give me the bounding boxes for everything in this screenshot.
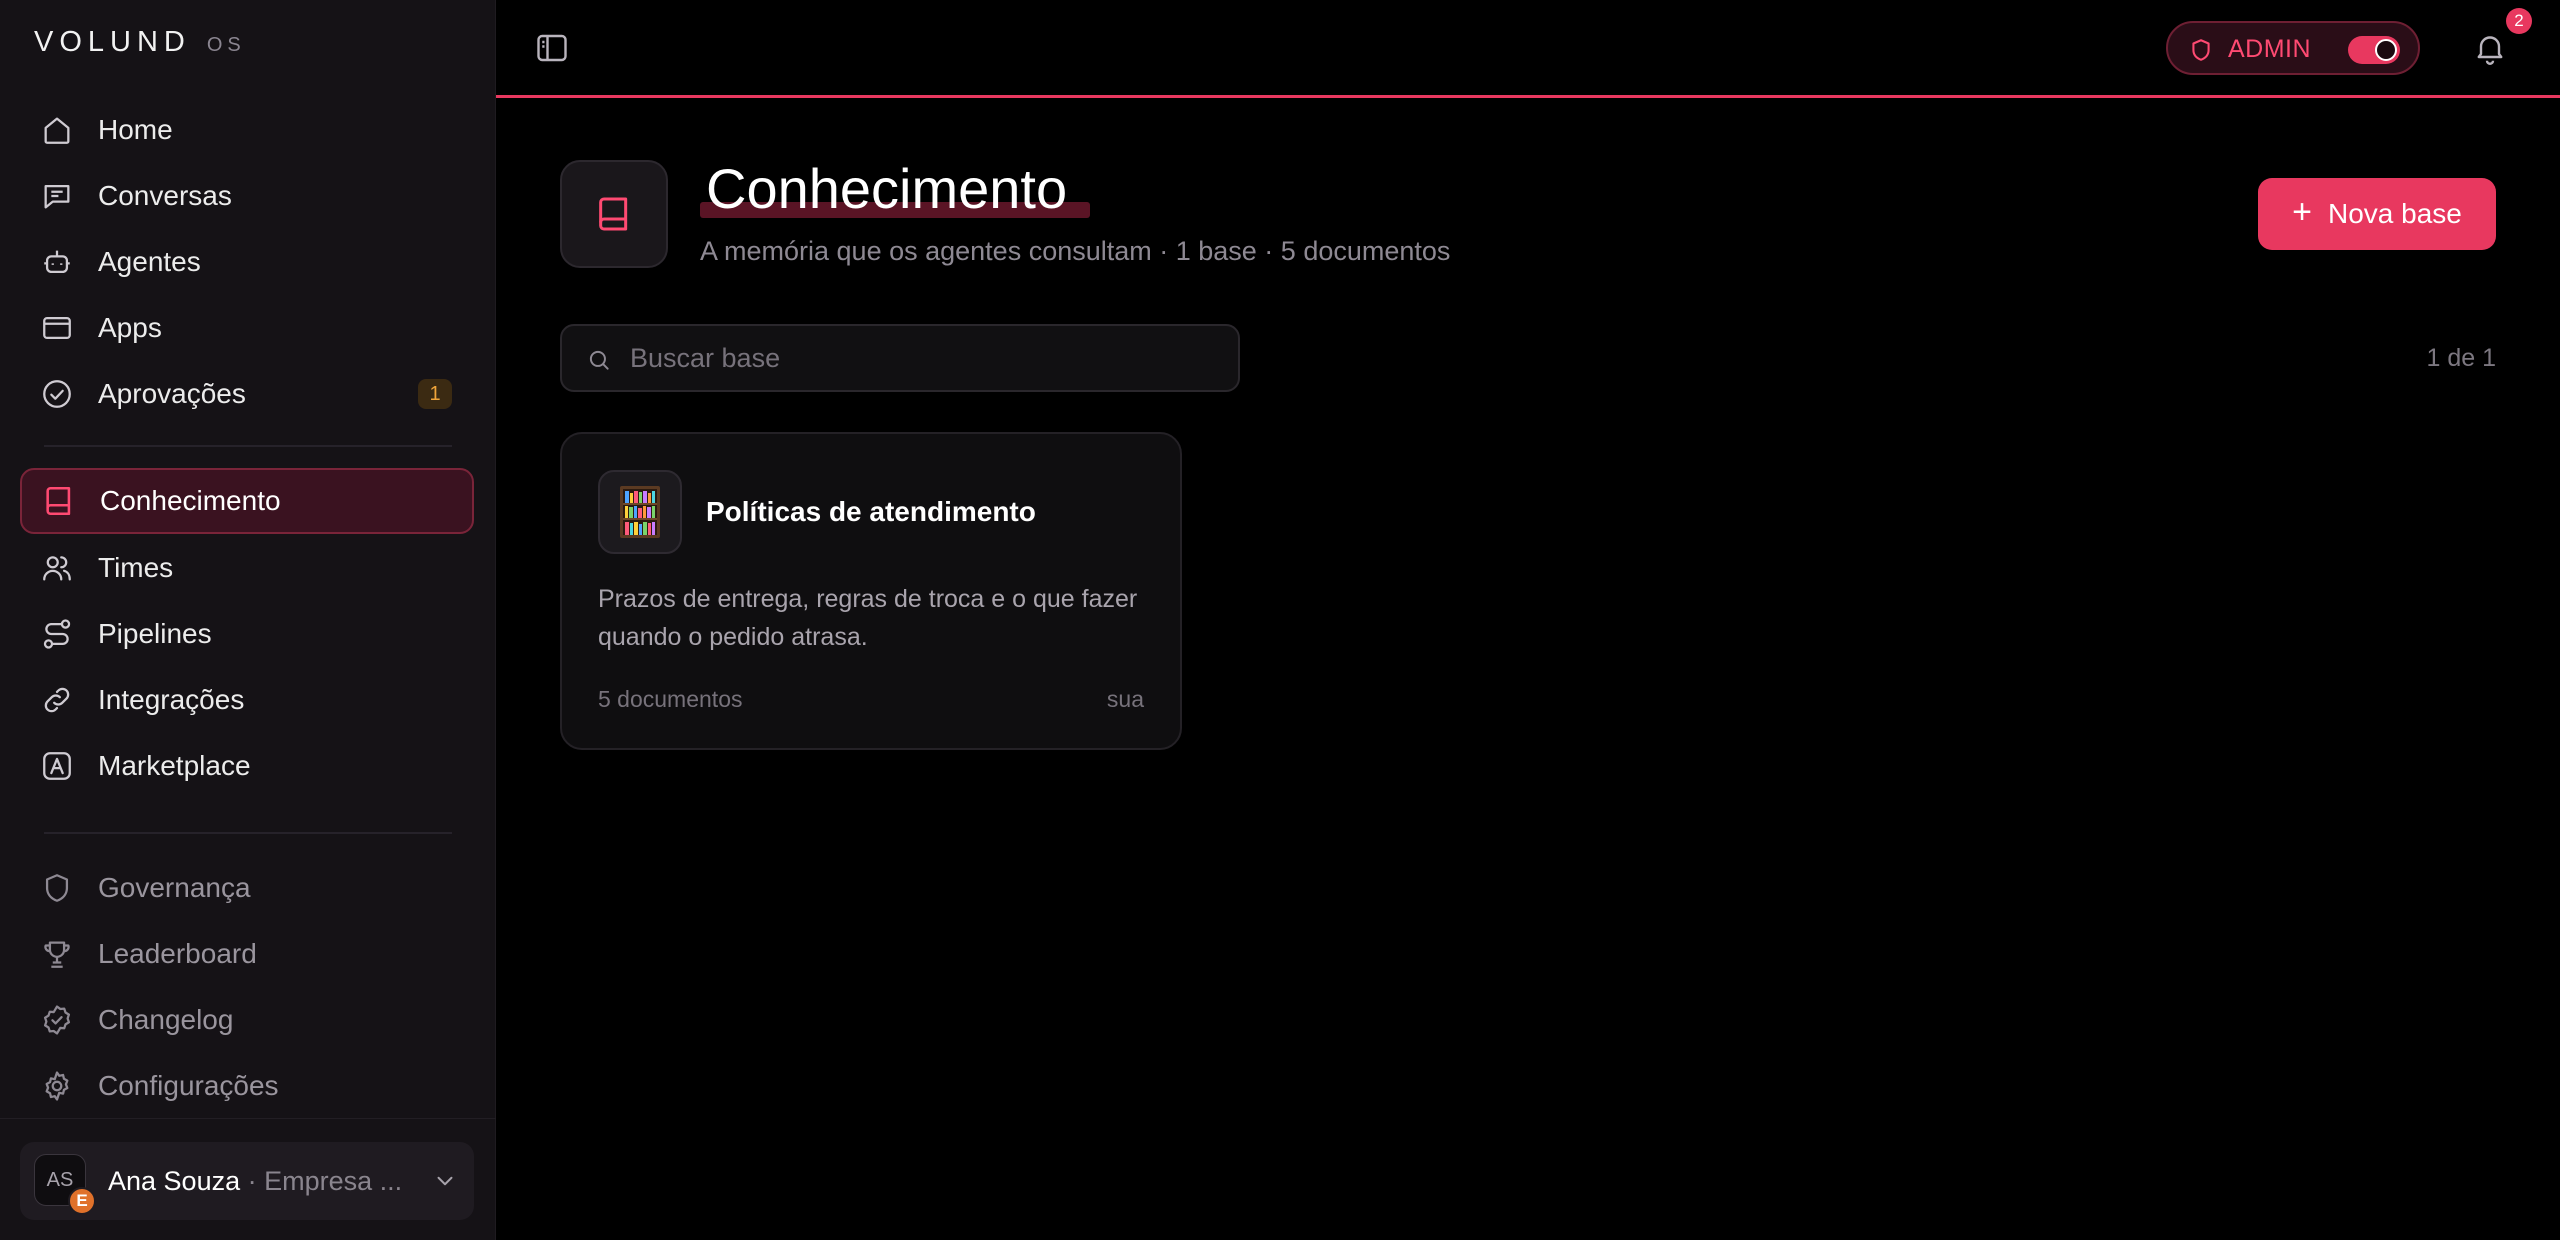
sidebar-item-leaderboard[interactable]: Leaderboard <box>20 921 474 987</box>
user-org: Empresa ... <box>264 1166 403 1196</box>
admin-label: ADMIN <box>2228 35 2312 63</box>
sidebar-item-label: Conhecimento <box>100 485 281 516</box>
bell-icon[interactable] <box>2472 30 2508 66</box>
sidebar-item-conversas[interactable]: Conversas <box>20 163 474 229</box>
sidebar-item-integracoes[interactable]: Integrações <box>20 667 474 733</box>
sidebar-item-times[interactable]: Times <box>20 535 474 601</box>
card-title: Políticas de atendimento <box>706 496 1036 527</box>
sidebar-item-marketplace[interactable]: Marketplace <box>20 733 474 799</box>
search-box <box>560 324 1240 392</box>
link-icon <box>44 687 70 713</box>
admin-mode-toggle[interactable]: ADMIN <box>2166 21 2420 75</box>
sidebar-item-label: Changelog <box>98 1004 234 1035</box>
sidebar-item-label: Configurações <box>98 1070 279 1101</box>
bookshelf-icon <box>598 470 682 554</box>
shield-icon <box>2192 39 2210 61</box>
sidebar-item-configuracoes[interactable]: Configurações <box>20 1053 474 1119</box>
approvals-count-badge: 1 <box>418 379 452 409</box>
card-description: Prazos de entrega, regras de troca e o q… <box>598 585 1138 651</box>
chat-icon <box>44 184 70 209</box>
knowledge-base-card[interactable]: Políticas de atendimento Prazos de entre… <box>560 432 1182 750</box>
sidebar: VOLUND OS Home Conversas Agentes Apps Ap… <box>0 0 496 1240</box>
card-document-count: 5 documentos <box>598 686 743 712</box>
switch-knob <box>2375 39 2397 61</box>
page-subtitle: A memória que os agentes consultam · 1 b… <box>700 236 1451 266</box>
org-badge: E <box>68 1187 96 1215</box>
pagination-label: 1 de 1 <box>2426 344 2496 372</box>
sidebar-item-label: Pipelines <box>98 618 212 649</box>
book-icon <box>599 197 628 231</box>
badge-check-icon <box>43 1005 71 1035</box>
book-icon <box>46 486 71 516</box>
gear-icon <box>45 1071 69 1101</box>
sidebar-item-aprovacoes[interactable]: Aprovações 1 <box>20 361 474 427</box>
sidebar-item-pipelines[interactable]: Pipelines <box>20 601 474 667</box>
sidebar-item-label: Marketplace <box>98 750 251 781</box>
bot-icon <box>44 250 70 274</box>
user-label: Ana Souza · Empresa ... <box>108 1166 402 1197</box>
route-icon <box>43 619 71 649</box>
new-base-label: Nova base <box>2327 198 2462 229</box>
sidebar-item-label: Integrações <box>98 684 245 715</box>
sidebar-item-changelog[interactable]: Changelog <box>20 987 474 1053</box>
sidebar-item-agentes[interactable]: Agentes <box>20 229 474 295</box>
sidebar-divider <box>44 445 452 447</box>
sidebar-item-governanca[interactable]: Governança <box>20 855 474 921</box>
top-bar: ADMIN 2 <box>496 0 2560 98</box>
chevron-down-icon <box>437 1176 453 1186</box>
user-separator: · <box>247 1166 257 1196</box>
sidebar-item-label: Conversas <box>98 180 232 211</box>
new-base-button[interactable]: + Nova base <box>2258 178 2496 250</box>
check-circle-icon <box>43 380 71 408</box>
sidebar-toggle-icon[interactable] <box>534 30 570 66</box>
logo-wordmark: VOLUND <box>34 26 191 58</box>
sidebar-footer-divider <box>0 1118 496 1119</box>
sidebar-item-label: Home <box>98 114 173 145</box>
app-window-icon <box>43 316 71 340</box>
home-icon <box>44 117 70 144</box>
bookshelf-icon <box>620 486 660 538</box>
sidebar-item-conhecimento[interactable]: Conhecimento <box>20 468 474 534</box>
admin-switch[interactable] <box>2348 36 2400 64</box>
shield-icon <box>45 874 69 902</box>
sidebar-item-label: Apps <box>98 312 162 343</box>
sidebar-divider <box>44 832 452 834</box>
store-icon <box>43 752 71 780</box>
user-name: Ana Souza <box>108 1166 241 1196</box>
card-owner: sua <box>1106 686 1144 712</box>
notifications-badge: 2 <box>2506 8 2532 34</box>
sidebar-item-label: Leaderboard <box>98 938 257 969</box>
logo-suffix: OS <box>206 34 246 56</box>
page-title: Conhecimento <box>706 157 1068 220</box>
sidebar-item-apps[interactable]: Apps <box>20 295 474 361</box>
sidebar-item-label: Agentes <box>98 246 201 277</box>
user-menu[interactable]: AS E Ana Souza · Empresa ... <box>20 1142 474 1220</box>
trophy-icon <box>44 941 70 968</box>
app-logo[interactable]: VOLUND OS <box>34 26 246 59</box>
page-icon-tile <box>560 160 668 268</box>
plus-icon: + <box>2292 193 2312 231</box>
users-icon <box>43 556 71 581</box>
sidebar-item-label: Times <box>98 552 174 583</box>
search-input[interactable] <box>630 326 1220 390</box>
sidebar-item-home[interactable]: Home <box>20 97 474 163</box>
sidebar-item-label: Governança <box>98 872 251 903</box>
search-icon <box>589 350 609 370</box>
sidebar-item-label: Aprovações <box>98 378 246 409</box>
